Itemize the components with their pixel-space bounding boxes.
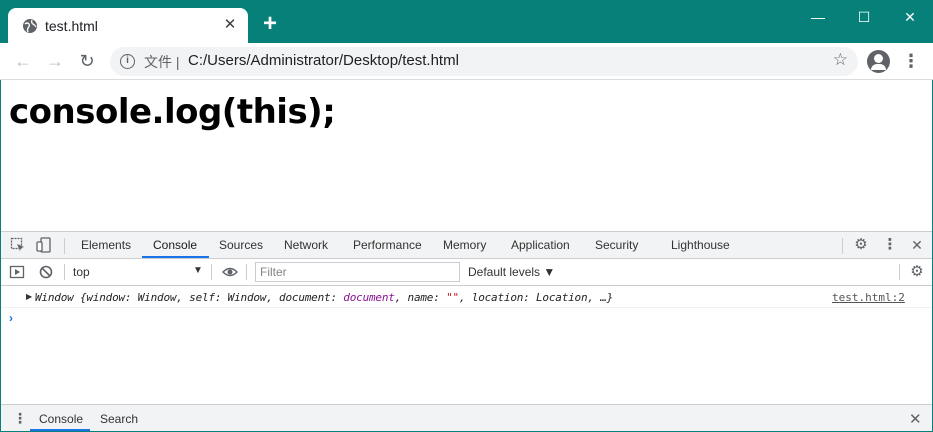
kebab-icon[interactable]: ⋮ (882, 237, 898, 253)
divider (899, 264, 900, 280)
maximize-button[interactable]: ☐ (842, 6, 886, 28)
back-icon[interactable]: ← (11, 49, 35, 73)
inspect-icon[interactable] (10, 237, 26, 253)
tab-elements[interactable]: Elements (81, 238, 131, 252)
tab-network[interactable]: Network (284, 238, 328, 252)
kebab-icon[interactable]: ⋮ (13, 410, 27, 427)
settings-icon[interactable]: ⚙ (909, 264, 925, 280)
forward-icon[interactable]: → (43, 49, 67, 73)
tab-title: test.html (45, 18, 98, 34)
active-tab-indicator (142, 256, 209, 258)
filter-field[interactable] (255, 262, 460, 282)
window-close-button[interactable]: ✕ (888, 6, 932, 28)
reload-icon[interactable]: ↻ (75, 49, 99, 73)
log-source-link[interactable]: test.html:2 (832, 291, 905, 304)
log-entry[interactable]: ▶ Window {window: Window, self: Window, … (1, 286, 932, 308)
divider (246, 264, 247, 280)
filter-input[interactable] (256, 263, 459, 281)
drawer-tab-search[interactable]: Search (100, 412, 138, 426)
divider (64, 238, 65, 254)
divider (64, 264, 65, 280)
divider (211, 264, 212, 280)
tab-application[interactable]: Application (511, 238, 570, 252)
sidebar-icon[interactable] (9, 264, 25, 280)
console-toolbar: top ▼ Default levels ▼ ⚙ (1, 259, 932, 286)
devtools-tab-bar: Elements Console Sources Network Perform… (1, 231, 932, 259)
star-icon[interactable]: ☆ (833, 50, 848, 70)
globe-icon (23, 19, 37, 33)
tab-memory[interactable]: Memory (443, 238, 486, 252)
profile-icon[interactable] (867, 50, 890, 73)
console-prompt[interactable]: › (9, 311, 13, 325)
url-text[interactable]: C:/Users/Administrator/Desktop/test.html (188, 52, 459, 69)
close-icon[interactable]: ✕ (909, 237, 925, 253)
address-toolbar: ← → ↻ i 文件 | C:/Users/Administrator/Desk… (0, 43, 933, 80)
chevron-down-icon[interactable]: ▼ (193, 265, 203, 276)
page-heading: console.log(this); (9, 92, 336, 132)
expand-triangle-icon[interactable]: ▶ (26, 292, 32, 301)
device-icon[interactable] (36, 237, 52, 253)
minimize-button[interactable]: — (796, 6, 840, 28)
tab-close-icon[interactable]: ✕ (222, 17, 238, 33)
url-scheme-label: 文件 | (144, 54, 180, 70)
browser-tab[interactable]: test.html ✕ (8, 8, 248, 43)
info-icon[interactable]: i (120, 54, 135, 69)
new-tab-button[interactable]: + (260, 12, 280, 36)
console-output: ▶ Window {window: Window, self: Window, … (1, 286, 932, 404)
close-icon[interactable]: ✕ (909, 410, 922, 428)
tab-security[interactable]: Security (595, 238, 638, 252)
default-levels-dropdown[interactable]: Default levels ▼ (468, 265, 555, 279)
tab-console[interactable]: Console (153, 238, 197, 252)
address-bar[interactable]: i 文件 | C:/Users/Administrator/Desktop/te… (110, 47, 858, 76)
divider (842, 238, 843, 254)
eye-icon[interactable] (222, 264, 238, 280)
drawer-tab-console[interactable]: Console (39, 412, 83, 426)
tab-sources[interactable]: Sources (219, 238, 263, 252)
log-message[interactable]: Window {window: Window, self: Window, do… (35, 291, 613, 304)
tab-lighthouse[interactable]: Lighthouse (671, 238, 730, 252)
context-select[interactable]: top (73, 265, 90, 279)
title-bar: test.html ✕ + — ☐ ✕ (0, 0, 933, 43)
menu-icon[interactable]: ⋮ (902, 50, 920, 72)
settings-icon[interactable]: ⚙ (853, 237, 869, 253)
active-drawer-tab-indicator (30, 429, 90, 431)
clear-icon[interactable] (38, 264, 54, 280)
devtools-drawer: ⋮ Console Search ✕ (1, 404, 932, 431)
page-content: console.log(this); (1, 80, 932, 231)
tab-performance[interactable]: Performance (353, 238, 422, 252)
